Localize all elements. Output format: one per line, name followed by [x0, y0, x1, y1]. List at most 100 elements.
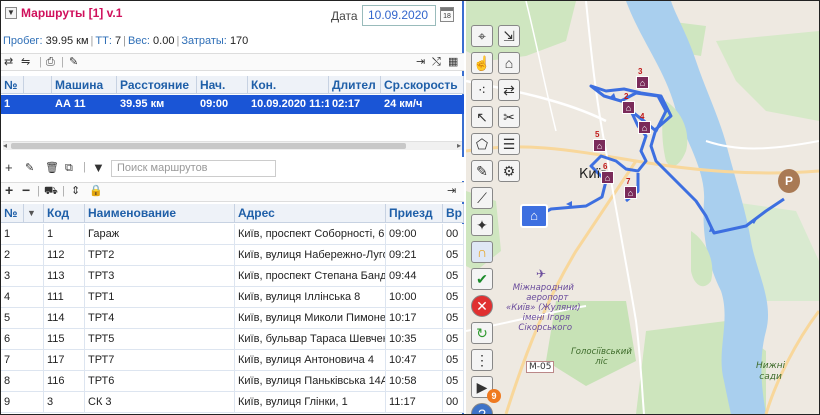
- distance-label: Пробег:: [3, 35, 43, 47]
- route-stop-number: 2: [624, 92, 629, 101]
- parking-marker[interactable]: P: [778, 169, 800, 193]
- col-duration[interactable]: Длител: [329, 76, 381, 94]
- crosshair-icon[interactable]: ⌖: [471, 25, 493, 47]
- col-distance[interactable]: Расстояние: [117, 76, 197, 94]
- col-arrival[interactable]: Приезд: [386, 204, 443, 222]
- route-stop-marker[interactable]: 2 ⌂: [622, 92, 635, 114]
- col-address[interactable]: Адрес: [235, 204, 386, 222]
- table-cell: 05: [443, 308, 464, 329]
- table-row[interactable]: 6 115 ТРТ5 Київ, бульвар Тараса Шевченк 10:3…: [1, 329, 464, 350]
- reverse-icon[interactable]: ⇋: [21, 56, 30, 69]
- distance-value: 39.95 км: [45, 35, 89, 47]
- chevron-down-icon[interactable]: ▼: [5, 7, 17, 19]
- scroll-left-icon[interactable]: ◂: [3, 141, 7, 150]
- exit-icon[interactable]: ⇲: [498, 25, 520, 47]
- separator: |: [37, 185, 40, 197]
- col-number[interactable]: №: [1, 204, 24, 222]
- table-cell: 05: [443, 350, 464, 371]
- col-number[interactable]: №: [1, 76, 24, 94]
- table-row[interactable]: 4 111 ТРТ1 Київ, вулиця Іллінська 8 10:00 05: [1, 287, 464, 308]
- table-cell: 11:17: [386, 392, 443, 413]
- route-stop-marker[interactable]: 4 ⌂: [638, 112, 651, 134]
- routes-toolbar: ⇄ ⇋ | ⎙ | ✎ ⇥ ⤭ ▦: [1, 53, 464, 71]
- lock-icon[interactable]: 🔒: [89, 185, 103, 198]
- pin-icon[interactable]: ⇥: [416, 56, 425, 69]
- table-cell: 00: [443, 392, 464, 413]
- scroll-right-icon[interactable]: ▸: [457, 141, 461, 150]
- calendar-icon[interactable]: 18: [440, 7, 454, 22]
- scrollbar-thumb[interactable]: [11, 143, 406, 149]
- gear-icon[interactable]: ⚙: [498, 160, 520, 182]
- weight-label: Вес:: [127, 35, 150, 47]
- list-delete-icon[interactable]: ☰: [498, 133, 520, 155]
- shuffle-icon[interactable]: ⤭: [432, 56, 441, 69]
- road-shield: М-05: [526, 361, 555, 373]
- col-end[interactable]: Кон.: [248, 76, 329, 94]
- col-code[interactable]: Код: [44, 204, 85, 222]
- traffic-light-icon[interactable]: ⋮: [471, 349, 493, 371]
- remove-point-icon[interactable]: −: [22, 183, 30, 197]
- brush-icon[interactable]: ✎: [471, 160, 493, 182]
- route-stop-marker[interactable]: 3 ⌂: [636, 67, 649, 89]
- delete-icon[interactable]: 🗑: [45, 162, 59, 175]
- pin-icon[interactable]: ⇥: [447, 185, 456, 198]
- weight-value: 0.00: [153, 35, 175, 47]
- ruler-icon[interactable]: ⟋: [471, 187, 493, 209]
- polygon-icon[interactable]: ⬠: [471, 133, 493, 155]
- add-icon[interactable]: +: [5, 161, 13, 174]
- wrench-icon[interactable]: ✎: [69, 56, 78, 69]
- grid-icon[interactable]: ▦: [448, 56, 458, 69]
- refresh-icon[interactable]: ↻: [471, 322, 493, 344]
- table-cell: 111: [44, 287, 85, 308]
- col-start[interactable]: Нач.: [197, 76, 248, 94]
- table-row[interactable]: 3 113 ТРТ3 Київ, проспект Степана Банде 09:4…: [1, 266, 464, 287]
- broom-icon[interactable]: ✂: [498, 106, 520, 128]
- col-name[interactable]: Наименование: [85, 204, 235, 222]
- add-point-icon[interactable]: +: [5, 183, 13, 197]
- table-row[interactable]: 7 117 ТРТ7 Київ, вулиця Антоновича 4 10:47 05: [1, 350, 464, 371]
- swap-icon[interactable]: ⇄: [498, 79, 520, 101]
- map-view[interactable]: Київ Міжнародний аеропорт «Київ» (Жуляни…: [466, 1, 819, 414]
- table-cell: 117: [44, 350, 85, 371]
- pointer-icon[interactable]: ↖: [471, 106, 493, 128]
- location-pin-icon[interactable]: ⌂: [498, 52, 520, 74]
- close-icon[interactable]: ✕: [471, 295, 493, 317]
- route-stop-marker[interactable]: 6 ⌂: [601, 162, 614, 184]
- edit-icon[interactable]: ✎: [25, 162, 34, 175]
- col-time[interactable]: Вр: [443, 204, 464, 222]
- table-row[interactable]: 5 114 ТРТ4 Київ, вулиця Миколи Пимонен 10:17…: [1, 308, 464, 329]
- sort-icon[interactable]: ⇕: [71, 185, 80, 198]
- notification-badge: 9: [487, 389, 501, 403]
- col-vehicle[interactable]: Машина: [52, 76, 117, 94]
- date-input[interactable]: 10.09.2020: [362, 5, 436, 26]
- search-input[interactable]: Поиск маршрутов: [111, 160, 276, 177]
- table-row[interactable]: 1 АА 11 39.95 км 09:00 10.09.2020 11:1 0…: [1, 95, 464, 114]
- sort-arrow-icon: ▼: [24, 204, 44, 222]
- swap-icon[interactable]: ⇄: [4, 56, 13, 69]
- depot-marker[interactable]: ⌂: [520, 204, 548, 228]
- airport-icon: ✈: [536, 267, 547, 281]
- table-cell: ТРТ4: [85, 308, 235, 329]
- filter-icon[interactable]: ▼: [92, 161, 105, 174]
- magnet-icon[interactable]: ∩: [471, 241, 493, 263]
- cart-icon[interactable]: ⛟: [44, 185, 58, 198]
- magic-wand-icon[interactable]: ✦: [471, 214, 493, 236]
- route-stop-marker[interactable]: 5 ⌂: [593, 130, 606, 152]
- table-cell: 10:58: [386, 371, 443, 392]
- print-icon[interactable]: ⎙: [46, 56, 55, 69]
- table-row[interactable]: 2 112 ТРТ2 Київ, вулиця Набережно-Луговa 09:…: [1, 245, 464, 266]
- route-stop-marker[interactable]: 7 ⌂: [624, 177, 637, 199]
- table-row[interactable]: 1 1 Гараж Київ, проспект Соборності, 6 09:00…: [1, 224, 464, 245]
- table-cell: 00: [443, 224, 464, 245]
- route-stop-number: 6: [603, 162, 608, 171]
- check-icon[interactable]: ✔: [471, 268, 493, 290]
- horizontal-scrollbar[interactable]: ◂ ▸: [3, 141, 462, 150]
- col-avg-speed[interactable]: Ср.скорость: [381, 76, 464, 94]
- table-cell: 115: [44, 329, 85, 350]
- table-cell: Київ, бульвар Тараса Шевченк: [235, 329, 386, 350]
- points-icon[interactable]: ⁖: [471, 79, 493, 101]
- table-row[interactable]: 9 3 СК 3 Київ, вулиця Глінки, 1 11:17 00: [1, 392, 464, 413]
- copy-icon[interactable]: ⧉: [65, 162, 73, 175]
- hand-icon[interactable]: ☝: [471, 52, 493, 74]
- table-row[interactable]: 8 116 ТРТ6 Київ, вулиця Паньківська 14А 10:5…: [1, 371, 464, 392]
